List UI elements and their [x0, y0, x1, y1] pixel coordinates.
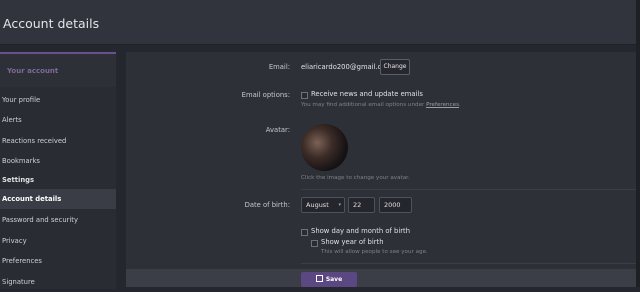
- receive-news-checkbox[interactable]: [301, 92, 308, 99]
- sidebar-item-reactions-received[interactable]: Reactions received: [0, 131, 116, 151]
- email-label: Email:: [268, 63, 290, 71]
- avatar-hint: Click the image to change your avatar.: [301, 175, 410, 181]
- preferences-link[interactable]: Preferences: [426, 102, 459, 108]
- sidebar-item-alerts[interactable]: Alerts: [0, 110, 116, 130]
- change-email-button[interactable]: Change: [380, 59, 410, 75]
- sidebar-item-password-security[interactable]: Password and security: [0, 210, 116, 230]
- show-year-checkbox[interactable]: [311, 240, 318, 247]
- form-end-divider: [301, 263, 640, 264]
- sidebar-item-preferences[interactable]: Preferences: [0, 251, 116, 271]
- sidebar-item-account-details[interactable]: Account details: [0, 189, 116, 209]
- show-day-month-label[interactable]: Show day and month of birth: [311, 227, 410, 235]
- section-divider: [301, 189, 640, 190]
- form-footer: Save: [126, 269, 640, 287]
- chevron-updown-icon: ▾: [338, 202, 341, 208]
- floppy-disk-icon: [315, 275, 323, 282]
- show-day-month-checkbox[interactable]: [301, 229, 308, 236]
- dob-month-select[interactable]: August ▾: [301, 197, 345, 213]
- dob-month-value: August: [306, 201, 329, 209]
- show-year-hint: This will allow people to see your age.: [321, 249, 428, 255]
- email-options-hint: You may find additional email options un…: [301, 102, 461, 108]
- sidebar-item-signature[interactable]: Signature: [0, 272, 116, 292]
- avatar-label: Avatar:: [265, 126, 290, 134]
- sidebar-item-your-profile[interactable]: Your profile: [0, 90, 116, 110]
- sidebar-item-privacy[interactable]: Privacy: [0, 231, 116, 251]
- account-details-form: Email: eliaricardo200@gmail.com Change E…: [126, 52, 640, 287]
- sidebar-section-settings: Settings: [2, 176, 35, 184]
- account-sidebar: Your account Your profile Alerts Reactio…: [0, 52, 116, 289]
- page-header: Account details: [0, 0, 640, 45]
- page-title: Account details: [3, 16, 100, 31]
- save-button-label: Save: [325, 276, 343, 283]
- dob-label: Date of birth:: [244, 201, 290, 209]
- avatar-image[interactable]: [301, 124, 348, 171]
- email-value: eliaricardo200@gmail.com: [301, 63, 393, 71]
- dob-day-input[interactable]: 22: [348, 197, 375, 213]
- dob-year-input[interactable]: 2000: [379, 197, 412, 213]
- receive-news-label[interactable]: Receive news and update emails: [311, 90, 423, 98]
- page-scrollbar[interactable]: [636, 0, 640, 287]
- show-year-label[interactable]: Show year of birth: [321, 238, 384, 246]
- email-options-hint-text: You may find additional email options un…: [301, 102, 425, 108]
- sidebar-item-bookmarks[interactable]: Bookmarks: [0, 151, 116, 171]
- sidebar-heading: Your account: [0, 54, 116, 87]
- sidebar-heading-label: Your account: [7, 67, 59, 75]
- save-button[interactable]: Save: [301, 272, 357, 287]
- email-options-label: Email options:: [241, 91, 290, 99]
